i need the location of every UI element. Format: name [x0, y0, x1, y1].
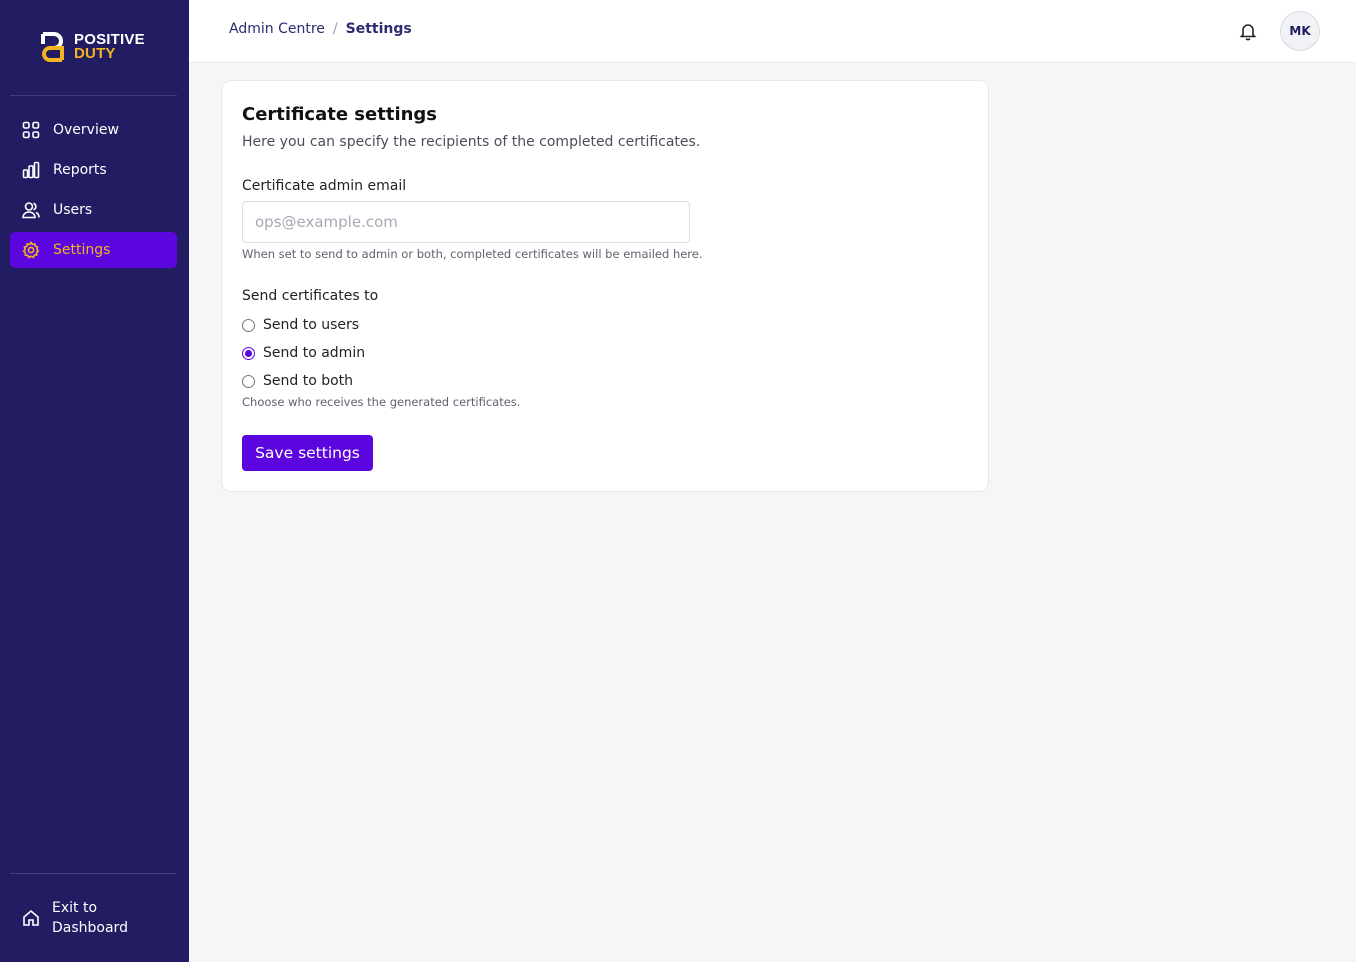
- top-bar: Admin Centre / Settings MK: [189, 0, 1356, 63]
- card-subtitle: Here you can specify the recipients of t…: [242, 134, 701, 150]
- email-field-label: Certificate admin email: [242, 178, 407, 194]
- brand-logo[interactable]: POSITIVE DUTY: [40, 30, 160, 64]
- sidebar-item-users[interactable]: Users: [10, 192, 177, 228]
- exit-label-line-2: Dashboard: [52, 920, 128, 936]
- radio-label: Send to users: [263, 317, 360, 333]
- radio-option-send-to-both[interactable]: Send to both: [242, 373, 353, 389]
- breadcrumb: Admin Centre / Settings: [229, 21, 412, 37]
- home-icon: [23, 909, 39, 926]
- exit-label: Exit to Dashboard: [52, 898, 128, 938]
- sidebar-divider-bottom: [10, 873, 177, 874]
- sidebar: POSITIVE DUTY Overview Reports Users Set…: [0, 0, 189, 962]
- users-icon: [22, 202, 40, 219]
- page-title: Certificate settings: [242, 104, 438, 125]
- sidebar-divider-top: [10, 95, 177, 96]
- save-settings-button[interactable]: Save settings: [242, 435, 373, 471]
- certificate-settings-card: Certificate settings Here you can specif…: [221, 80, 989, 492]
- sidebar-item-overview[interactable]: Overview: [10, 112, 177, 148]
- radio-label: Send to both: [263, 373, 354, 389]
- sidebar-item-reports[interactable]: Reports: [10, 152, 177, 188]
- radio-option-send-to-users[interactable]: Send to users: [242, 317, 359, 333]
- sidebar-item-label: Overview: [53, 122, 119, 138]
- avatar-initials: MK: [1289, 24, 1311, 38]
- sidebar-item-label: Settings: [53, 242, 111, 258]
- sidebar-item-label: Users: [53, 202, 93, 218]
- breadcrumb-current: Settings: [345, 21, 412, 37]
- radio-option-send-to-admin[interactable]: Send to admin: [242, 345, 365, 361]
- notification-bell-icon[interactable]: [1238, 21, 1258, 41]
- logo-mark-icon: [41, 32, 64, 62]
- exit-to-dashboard-link[interactable]: Exit to Dashboard: [10, 897, 177, 939]
- radio-button-checked[interactable]: [242, 346, 255, 360]
- radio-label: Send to admin: [263, 345, 366, 361]
- logo-line-2: DUTY: [74, 45, 116, 62]
- radio-button[interactable]: [242, 318, 255, 332]
- send-certificates-label: Send certificates to: [242, 288, 379, 304]
- breadcrumb-separator: /: [332, 21, 338, 37]
- breadcrumb-root-link[interactable]: Admin Centre: [229, 21, 325, 37]
- exit-label-line-1: Exit to: [52, 900, 98, 916]
- avatar[interactable]: MK: [1280, 11, 1320, 51]
- sidebar-item-settings[interactable]: Settings: [10, 232, 177, 268]
- sidebar-item-label: Reports: [53, 162, 107, 178]
- email-help-text: When set to send to admin or both, compl…: [242, 247, 703, 261]
- grid-icon: [22, 121, 40, 139]
- radio-button[interactable]: [242, 374, 255, 388]
- certificate-admin-email-input[interactable]: [242, 201, 690, 243]
- bar-chart-icon: [22, 161, 40, 179]
- send-help-text: Choose who receives the generated certif…: [242, 395, 521, 409]
- logo-text: POSITIVE DUTY: [74, 32, 145, 62]
- gear-icon: [22, 241, 40, 259]
